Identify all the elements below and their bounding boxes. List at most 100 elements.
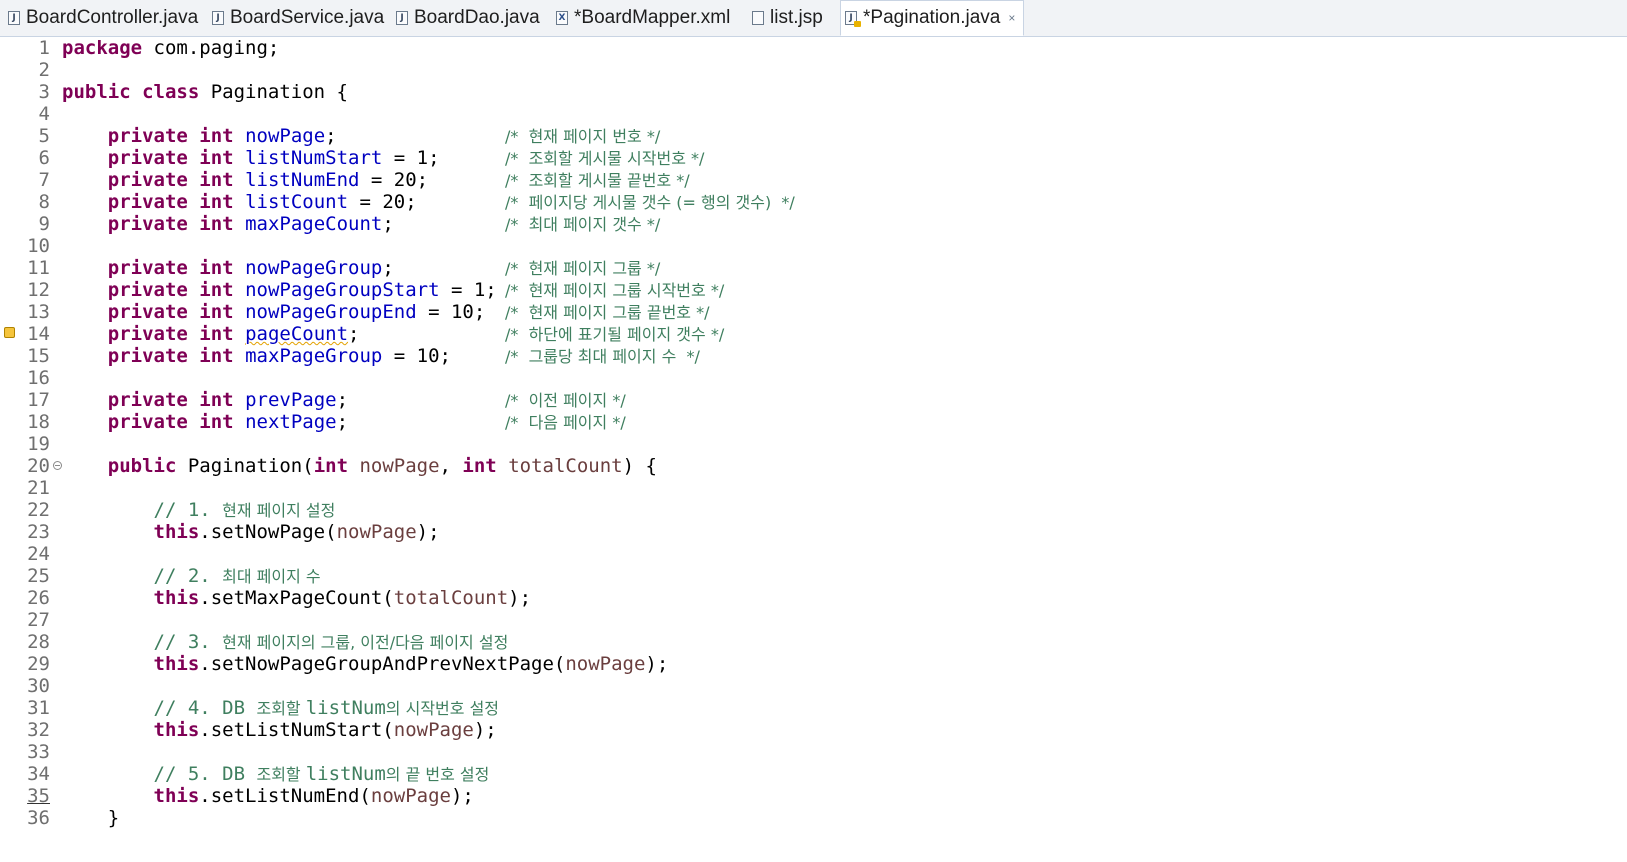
tab-label: BoardDao.java [414,7,540,28]
line-number: 19 [27,433,50,455]
keyword: int [187,125,234,147]
code-line: 27 [0,609,1627,632]
tab-list-jsp[interactable]: list.jsp [752,0,823,36]
code-line: 18 private int nextPage; /* 다음 페이지 */ [0,411,1627,434]
comment: // 3. [153,631,223,653]
code-line: 26 this.setMaxPageCount(totalCount); [0,587,1627,610]
code-editor[interactable]: 1 package com.paging; 2 3 public class P… [0,37,1627,862]
keyword: int [187,411,234,433]
keyword: private [107,169,188,191]
comment: 현재 페이지의 그룹, 이전/다음 페이지 설정 [222,633,509,652]
field-name-warning: pageCount [245,323,349,345]
comment: 의 시작번호 설정 [385,699,500,718]
comment: 조회할 [256,699,306,718]
punctuation: ; [336,411,349,433]
line-number: 8 [38,191,50,213]
code-line: 32 this.setListNumStart(nowPage); [0,719,1627,742]
line-number: 23 [27,521,50,543]
field-name: listNumEnd [245,169,360,191]
line-number: 5 [38,125,50,147]
code-line: 15 private int maxPageGroup = 10; /* 그룹당… [0,345,1627,368]
keyword: int [187,257,234,279]
java-file-icon: J [8,11,20,25]
code-line: 9 private int maxPageCount; /* 최대 페이지 갯수… [0,213,1627,236]
comment: // 1. [153,499,223,521]
method-call: .setNowPageGroupAndPrevNextPage( [199,653,566,675]
parameter: nowPage [336,521,417,543]
line-number: 26 [27,587,50,609]
keyword: this [153,587,200,609]
keyword: private [107,125,188,147]
code-line: 36 } [0,807,1627,830]
tab-board-service[interactable]: J BoardService.java [212,0,384,36]
code-line: 23 this.setNowPage(nowPage); [0,521,1627,544]
comment: /* 현재 페이지 그룹 시작번호 */ [505,281,725,300]
line-number: 31 [27,697,50,719]
java-file-warning-icon: J [845,11,861,27]
tab-board-controller[interactable]: J BoardController.java [8,0,198,36]
code-line: 31 // 4. DB 조회할 listNum의 시작번호 설정 [0,697,1627,720]
keyword: this [153,719,200,741]
comment: /* 조회할 게시물 끝번호 */ [505,171,690,190]
line-number: 3 [38,81,50,103]
line-number: 15 [27,345,50,367]
tab-board-dao[interactable]: J BoardDao.java [396,0,540,36]
comment: /* 다음 페이지 */ [505,413,626,432]
line-number: 21 [27,477,50,499]
keyword: int [462,455,497,477]
tab-label: *Pagination.java [863,7,1001,28]
parameter: totalCount [496,455,623,477]
code-line: 1 package com.paging; [0,37,1627,60]
parameter: totalCount [393,587,509,609]
keyword: class [130,81,200,103]
keyword: int [187,345,234,367]
comment: listNum [305,763,386,785]
code-line: 7 private int listNumEnd = 20; /* 조회할 게시… [0,169,1627,192]
punctuation: ); [645,653,669,675]
initializer: = 1; [439,279,497,301]
tab-board-mapper[interactable]: X *BoardMapper.xml [556,0,730,36]
line-number: 7 [38,169,50,191]
code-line: 21 [0,477,1627,500]
comment: /* 현재 페이지 번호 */ [505,127,661,146]
collapse-icon[interactable] [53,461,62,470]
initializer: = 10; [416,301,486,323]
punctuation: ; [382,257,394,279]
punctuation: ) { [622,455,657,477]
code-line: 5 private int nowPage; /* 현재 페이지 번호 */ [0,125,1627,148]
keyword: private [107,389,188,411]
initializer: = 20; [348,191,417,213]
code-line: 12 private int nowPageGroupStart = 1; /*… [0,279,1627,302]
field-name: listCount [245,191,349,213]
keyword: int [187,323,234,345]
parameter: nowPage [393,719,474,741]
tab-pagination[interactable]: J *Pagination.java × [840,0,1025,36]
code-line: 33 [0,741,1627,764]
initializer: = 10; [382,345,451,367]
keyword: int [187,169,234,191]
code-line: 6 private int listNumStart = 1; /* 조회할 게… [0,147,1627,170]
constructor-name: Pagination( [176,455,314,477]
line-number: 24 [27,543,50,565]
code-line: 16 [0,367,1627,390]
line-number: 20 [27,455,50,477]
code-line: 25 // 2. 최대 페이지 수 [0,565,1627,588]
code-line: 10 [0,235,1627,258]
field-name: prevPage [245,389,337,411]
method-call: .setNowPage( [199,521,337,543]
keyword: int [187,213,234,235]
line-number: 27 [27,609,50,631]
code-line: 29 this.setNowPageGroupAndPrevNextPage(n… [0,653,1627,676]
punctuation: , [439,455,463,477]
tab-label: BoardService.java [230,7,385,28]
close-icon[interactable]: × [1008,11,1015,25]
xml-file-icon: X [556,11,568,25]
code-line: 19 [0,433,1627,456]
code-line: 4 [0,103,1627,126]
comment: /* 조회할 게시물 시작번호 */ [505,149,705,168]
punctuation: ; [325,125,337,147]
field-name: maxPageGroup [245,345,383,367]
code-line: 30 [0,675,1627,698]
punctuation: ); [450,785,474,807]
code-line: 24 [0,543,1627,566]
